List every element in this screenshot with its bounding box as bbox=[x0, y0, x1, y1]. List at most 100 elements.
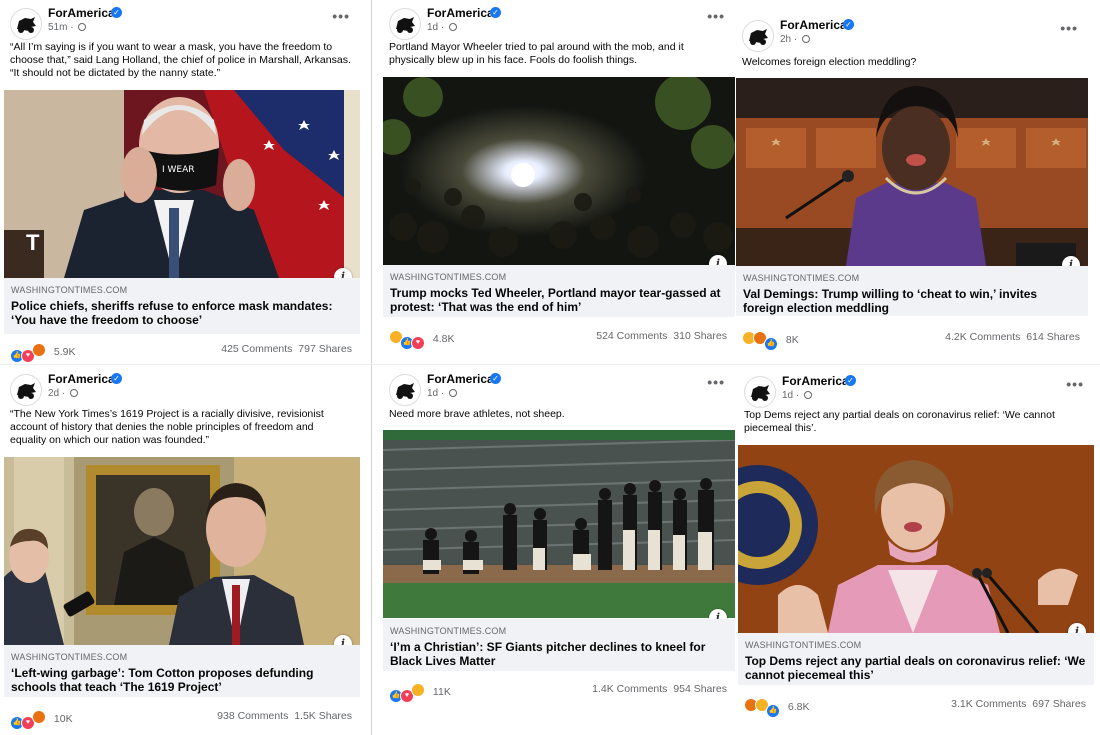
link-domain: WASHINGTONTIMES.COM bbox=[11, 285, 128, 295]
post-card: ForAmerica ✓ 1d · ••• Top Dems reject an… bbox=[738, 368, 1094, 722]
link-domain: WASHINGTONTIMES.COM bbox=[11, 652, 128, 662]
reactions-bar: 👍 8K 4.2K Comments 614 Shares bbox=[742, 331, 1080, 351]
divider bbox=[371, 0, 372, 735]
post-card: ForAmerica ✓ 51m · ••• “All I’m saying i… bbox=[4, 0, 360, 362]
share-count[interactable]: 797 Shares bbox=[298, 343, 352, 355]
reactions-bar: 👍 6.8K 3.1K Comments 697 Shares bbox=[744, 698, 1086, 718]
post-time[interactable]: 1d · bbox=[427, 22, 458, 33]
page-name[interactable]: ForAmerica bbox=[48, 372, 115, 386]
reactions-bar: 👍 ♥ 5.9K 425 Comments 797 Shares bbox=[10, 343, 352, 362]
link-preview[interactable]: WASHINGTONTIMES.COM Top Dems reject any … bbox=[738, 633, 1094, 685]
comment-count[interactable]: 425 Comments bbox=[221, 343, 292, 355]
more-options-icon[interactable]: ••• bbox=[707, 8, 725, 24]
reaction-count[interactable]: 8K bbox=[786, 334, 799, 346]
reaction-count[interactable]: 10K bbox=[54, 713, 73, 725]
more-options-icon[interactable]: ••• bbox=[332, 8, 350, 24]
comment-count[interactable]: 524 Comments bbox=[596, 330, 667, 342]
reactions-bar: 👍 ♥ 4.8K 524 Comments 310 Shares bbox=[389, 330, 727, 350]
globe-icon bbox=[802, 35, 811, 43]
share-count[interactable]: 310 Shares bbox=[673, 330, 727, 342]
post-time[interactable]: 2h · bbox=[780, 34, 811, 45]
link-headline[interactable]: ‘Left-wing garbage’: Tom Cotton proposes… bbox=[11, 666, 352, 694]
link-preview[interactable]: WASHINGTONTIMES.COM Police chiefs, sheri… bbox=[4, 278, 360, 334]
globe-icon bbox=[70, 389, 79, 397]
share-count[interactable]: 954 Shares bbox=[673, 683, 727, 695]
angry-icon bbox=[32, 343, 46, 357]
page-name[interactable]: ForAmerica bbox=[782, 374, 849, 388]
link-preview-image[interactable] bbox=[738, 445, 1094, 633]
verified-icon: ✓ bbox=[111, 7, 122, 18]
post-caption: Need more brave athletes, not sheep. bbox=[389, 408, 565, 420]
post-time[interactable]: 51m · bbox=[48, 22, 87, 33]
page-avatar[interactable] bbox=[742, 20, 774, 52]
post-time[interactable]: 2d · bbox=[48, 388, 79, 399]
page-name[interactable]: ForAmerica bbox=[427, 6, 494, 20]
link-headline[interactable]: ‘I’m a Christian’: SF Giants pitcher dec… bbox=[390, 640, 727, 668]
post-card: ForAmerica ✓ 2d · “The New York Times’s … bbox=[4, 366, 360, 735]
link-headline[interactable]: Top Dems reject any partial deals on cor… bbox=[745, 654, 1086, 682]
comment-count[interactable]: 1.4K Comments bbox=[592, 683, 667, 695]
post-card: ForAmerica ✓ 1d · ••• Need more brave at… bbox=[383, 366, 735, 706]
care-icon bbox=[411, 683, 425, 697]
link-preview-image[interactable] bbox=[383, 77, 735, 265]
verified-icon: ✓ bbox=[490, 7, 501, 18]
comment-count[interactable]: 938 Comments bbox=[217, 710, 288, 722]
svg-text:I WEAR: I WEAR bbox=[162, 165, 195, 175]
share-count[interactable]: 697 Shares bbox=[1032, 698, 1086, 710]
share-count[interactable]: 1.5K Shares bbox=[294, 710, 352, 722]
divider bbox=[0, 364, 1100, 365]
page-avatar[interactable] bbox=[744, 376, 776, 408]
verified-icon: ✓ bbox=[490, 373, 501, 384]
link-preview-image[interactable]: I WEAR T bbox=[4, 90, 360, 278]
reaction-count[interactable]: 6.8K bbox=[788, 701, 810, 713]
share-count[interactable]: 614 Shares bbox=[1026, 331, 1080, 343]
post-time[interactable]: 1d · bbox=[782, 390, 813, 401]
comment-count[interactable]: 4.2K Comments bbox=[945, 331, 1020, 343]
link-domain: WASHINGTONTIMES.COM bbox=[390, 626, 507, 636]
more-options-icon[interactable]: ••• bbox=[707, 374, 725, 390]
link-headline[interactable]: Val Demings: Trump willing to ‘cheat to … bbox=[743, 287, 1080, 315]
link-preview[interactable]: WASHINGTONTIMES.COM Trump mocks Ted Whee… bbox=[383, 265, 735, 317]
angry-icon bbox=[32, 710, 46, 724]
reaction-count[interactable]: 11K bbox=[433, 686, 451, 698]
link-preview-image[interactable] bbox=[383, 430, 735, 618]
post-caption: Portland Mayor Wheeler tried to pal arou… bbox=[389, 41, 684, 66]
verified-icon: ✓ bbox=[111, 373, 122, 384]
more-options-icon[interactable]: ••• bbox=[1066, 376, 1084, 392]
svg-text:T: T bbox=[26, 230, 40, 255]
page-name[interactable]: ForAmerica bbox=[780, 18, 847, 32]
comment-count[interactable]: 3.1K Comments bbox=[951, 698, 1026, 710]
globe-icon bbox=[449, 23, 458, 31]
link-preview[interactable]: WASHINGTONTIMES.COM ‘I’m a Christian’: S… bbox=[383, 619, 735, 671]
page-avatar[interactable] bbox=[10, 8, 42, 40]
link-headline[interactable]: Trump mocks Ted Wheeler, Portland mayor … bbox=[390, 286, 727, 314]
post-time[interactable]: 1d · bbox=[427, 388, 458, 399]
page-avatar[interactable] bbox=[10, 374, 42, 406]
globe-icon bbox=[804, 391, 813, 399]
post-caption: Welcomes foreign election meddling? bbox=[742, 56, 917, 68]
page-name[interactable]: ForAmerica bbox=[427, 372, 494, 386]
link-preview[interactable]: WASHINGTONTIMES.COM ‘Left-wing garbage’:… bbox=[4, 645, 360, 697]
reaction-count[interactable]: 4.8K bbox=[433, 333, 455, 345]
post-caption: “The New York Times’s 1619 Project is a … bbox=[10, 408, 324, 446]
page-avatar[interactable] bbox=[389, 374, 421, 406]
love-icon: ♥ bbox=[411, 336, 425, 350]
post-header: ForAmerica ✓ 1d · ••• bbox=[389, 372, 729, 408]
link-preview-image[interactable] bbox=[4, 457, 360, 645]
post-card: ForAmerica ✓ 1d · ••• Portland Mayor Whe… bbox=[383, 0, 735, 352]
link-preview-image[interactable] bbox=[736, 78, 1088, 266]
post-header: ForAmerica ✓ 1d · ••• bbox=[389, 6, 729, 42]
link-headline[interactable]: Police chiefs, sheriffs refuse to enforc… bbox=[11, 299, 352, 327]
link-domain: WASHINGTONTIMES.COM bbox=[390, 272, 507, 282]
verified-icon: ✓ bbox=[845, 375, 856, 386]
post-header: ForAmerica ✓ 2d · bbox=[10, 372, 354, 408]
verified-icon: ✓ bbox=[843, 19, 854, 30]
post-header: ForAmerica ✓ 2h · ••• bbox=[742, 18, 1082, 54]
page-avatar[interactable] bbox=[389, 8, 421, 40]
more-options-icon[interactable]: ••• bbox=[1060, 20, 1078, 36]
reaction-count[interactable]: 5.9K bbox=[54, 346, 76, 358]
link-preview[interactable]: WASHINGTONTIMES.COM Val Demings: Trump w… bbox=[736, 266, 1088, 316]
link-domain: WASHINGTONTIMES.COM bbox=[745, 640, 862, 650]
link-domain: WASHINGTONTIMES.COM bbox=[743, 273, 860, 283]
page-name[interactable]: ForAmerica bbox=[48, 6, 115, 20]
